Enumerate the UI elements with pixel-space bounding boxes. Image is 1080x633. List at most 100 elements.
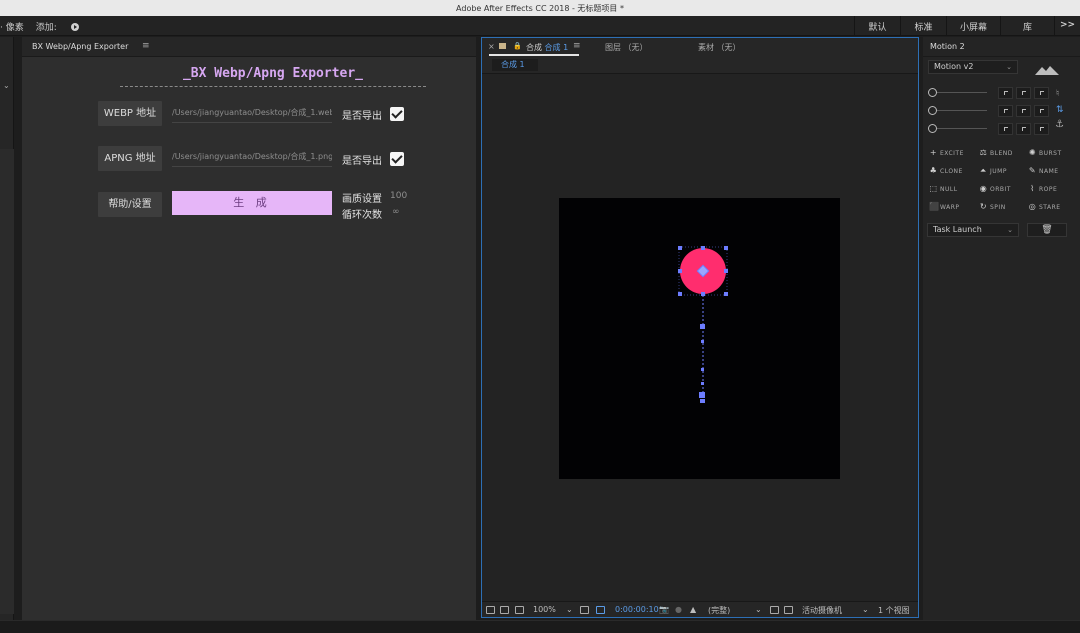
loop-value[interactable]: ∞ [392, 207, 400, 217]
display-icon[interactable] [500, 606, 509, 614]
spin-button[interactable]: ↻ SPIN [979, 202, 1006, 211]
tab-footage[interactable]: 素材 （无） [698, 42, 741, 53]
blend-button[interactable]: ⚖ BLEND [979, 148, 1013, 157]
handle-bottom[interactable] [701, 292, 705, 296]
comp-breadcrumb-chip[interactable]: 合成 1 [492, 59, 538, 71]
zoom-select[interactable]: 100% [533, 605, 556, 614]
anchor-top-left-button[interactable] [998, 87, 1013, 99]
webp-path-field[interactable]: /Users/jiangyuantao/Desktop/合成_1.webp [172, 107, 332, 123]
apng-export-checkbox[interactable] [390, 152, 404, 166]
always-preview-icon[interactable] [486, 606, 495, 614]
workspace-standard[interactable]: 标准 [900, 16, 946, 36]
keyframe-marker[interactable] [701, 368, 704, 371]
region-icon[interactable] [580, 606, 589, 614]
tab-layer[interactable]: 图层 （无） [605, 42, 648, 53]
camera-snapshot-icon[interactable]: 📷 [659, 605, 669, 614]
camera-select[interactable]: 活动摄像机 [802, 605, 842, 616]
slider-track[interactable] [937, 92, 987, 93]
lock-icon[interactable]: 🔒 [513, 42, 522, 50]
help-settings-button[interactable]: 帮助/设置 [98, 192, 162, 217]
add-menu[interactable]: 添加: [36, 20, 91, 33]
handle-top-left[interactable] [678, 246, 682, 250]
workspace-default[interactable]: 默认 [854, 16, 900, 36]
excite-button[interactable]: + EXCITE [929, 148, 964, 157]
anchor-center-button[interactable] [1016, 105, 1031, 117]
slider-track[interactable] [937, 128, 987, 129]
clone-button[interactable]: ♣ CLONE [929, 166, 963, 175]
burst-button[interactable]: ✺ BURST [1028, 148, 1062, 157]
orbit-button[interactable]: ◉ ORBIT [979, 184, 1011, 193]
close-icon[interactable]: × [488, 42, 495, 51]
quality-value[interactable]: 100 [390, 191, 407, 201]
webp-export-checkbox[interactable] [390, 107, 404, 121]
generate-button[interactable]: 生 成 [172, 191, 332, 215]
name-button[interactable]: ✎ NAME [1028, 166, 1059, 175]
chevron-down-icon[interactable]: ⌄ [566, 605, 573, 614]
task-launch-select[interactable]: Task Launch ⌄ [927, 223, 1019, 237]
exporter-tab[interactable]: BX Webp/Apng Exporter ≡ [22, 37, 476, 57]
transparency-grid-icon[interactable] [596, 606, 605, 614]
motion-version-select[interactable]: Motion v2 ⌄ [928, 60, 1018, 74]
chevron-down-icon[interactable]: ⌄ [3, 81, 10, 90]
show-snapshot-icon[interactable]: ● [675, 605, 682, 614]
anchor-bottom-button[interactable] [1016, 123, 1031, 135]
slider-2[interactable] [928, 105, 988, 117]
handle-bottom-right[interactable] [724, 292, 728, 296]
color-channels-icon[interactable]: ▲ [690, 605, 696, 614]
rope-button[interactable]: ⌇ ROPE [1028, 184, 1057, 193]
jump-button[interactable]: ⏶ JUMP [979, 166, 1007, 176]
comp-canvas[interactable] [559, 198, 840, 479]
tab-menu-icon[interactable]: ≡ [573, 41, 581, 51]
mountain-icon[interactable] [1035, 64, 1059, 76]
slider-track[interactable] [937, 110, 987, 111]
keyframe-marker[interactable] [701, 382, 704, 385]
anchor-top-right-button[interactable] [1034, 87, 1049, 99]
views-select[interactable]: 1 个视图 [878, 605, 910, 616]
fast-preview-icon[interactable] [770, 606, 779, 614]
workspace-more-button[interactable]: >> [1054, 16, 1080, 36]
arrows-icon[interactable]: ⇅ [1056, 105, 1064, 115]
anchor-bottom-right-button[interactable] [1034, 123, 1049, 135]
anchor-icon[interactable]: ⚓ [1055, 119, 1064, 130]
bell-icon[interactable]: ♮ [1056, 89, 1060, 99]
slider-knob[interactable] [928, 124, 937, 133]
anchor-bottom-left-button[interactable] [998, 123, 1013, 135]
anchor-right-button[interactable] [1034, 105, 1049, 117]
anchor-left-button[interactable] [998, 105, 1013, 117]
chevron-down-icon[interactable]: ⌄ [862, 605, 869, 614]
chevron-down-icon[interactable]: ⌄ [755, 605, 762, 614]
handle-bottom-left[interactable] [678, 292, 682, 296]
keyframe-marker[interactable] [700, 324, 705, 329]
warp-button[interactable]: ⬛WARP [929, 202, 960, 211]
apng-path-button[interactable]: APNG 地址 [98, 146, 162, 171]
keyframe-marker[interactable] [701, 340, 704, 343]
workspace-small-screen[interactable]: 小屏幕 [946, 16, 1000, 36]
handle-top[interactable] [701, 246, 705, 250]
null-button[interactable]: ⬚ NULL [929, 184, 958, 193]
slider-knob[interactable] [928, 106, 937, 115]
vr-icon[interactable] [515, 606, 524, 614]
keyframe-marker[interactable] [700, 399, 705, 403]
resolution-select[interactable]: (完整) [708, 605, 730, 616]
panel-menu-icon[interactable]: ≡ [142, 41, 150, 51]
anchor-top-button[interactable] [1016, 87, 1031, 99]
slider-knob[interactable] [928, 88, 937, 97]
slider-3[interactable] [928, 123, 988, 135]
workspace-library[interactable]: 库 [1000, 16, 1054, 36]
tab-composition[interactable]: 合成 合成 1 [526, 42, 568, 53]
keyframe-marker[interactable] [699, 392, 705, 398]
timecode[interactable]: 0:00:00:10 [615, 605, 659, 614]
apng-path-field[interactable]: /Users/jiangyuantao/Desktop/合成_1.png [172, 151, 332, 167]
motion-tab[interactable]: Motion 2 [923, 37, 1080, 57]
slider-1[interactable] [928, 87, 988, 99]
comp-color-icon [499, 43, 506, 49]
grid-guides-icon[interactable] [784, 606, 793, 614]
stare-button[interactable]: ◎ STARE [1028, 202, 1061, 211]
trash-icon[interactable]: 🗑 [1027, 223, 1067, 237]
webp-path-button[interactable]: WEBP 地址 [98, 101, 162, 126]
handle-right[interactable] [724, 269, 728, 273]
handle-top-right[interactable] [724, 246, 728, 250]
play-circle-icon[interactable] [70, 23, 79, 31]
handle-left[interactable] [678, 269, 682, 273]
pixels-label: · 像素 [0, 23, 24, 33]
